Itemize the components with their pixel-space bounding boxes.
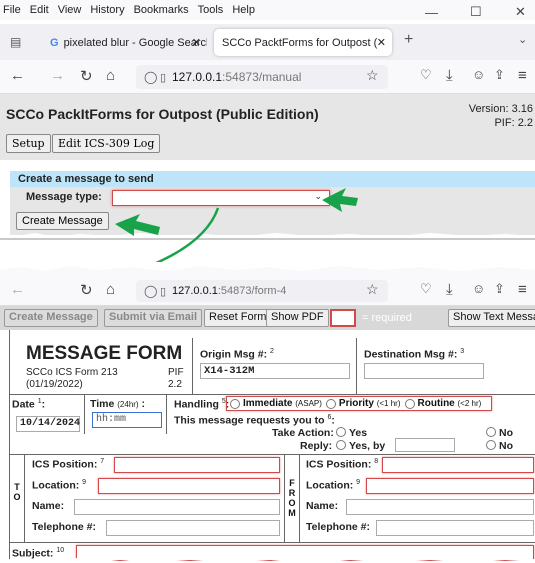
menu-hamburger-icon[interactable]: ≡ — [518, 281, 527, 298]
show-pdf-button[interactable]: Show PDF — [266, 309, 329, 327]
back-icon[interactable]: ← — [10, 281, 25, 298]
reset-form-button[interactable]: Reset Form — [204, 309, 272, 327]
to-ics-position-field[interactable] — [114, 457, 280, 473]
radio-immediate[interactable] — [230, 398, 240, 409]
divider — [356, 338, 357, 394]
form-subtitle: SCCo ICS Form 213 (01/19/2022) — [26, 367, 118, 391]
torn-edge — [0, 557, 535, 563]
divider — [192, 338, 193, 394]
time-label: Time (24hr) : — [90, 398, 146, 410]
routine-note: (<2 hr) — [457, 399, 482, 408]
form-date: (01/19/2022) — [26, 379, 83, 390]
required-indicator — [330, 309, 356, 327]
shield-icon: ◯ — [144, 284, 158, 298]
divider — [24, 454, 25, 542]
from-telephone-field[interactable] — [376, 520, 534, 536]
extensions-icon[interactable]: ⇪ — [494, 281, 505, 297]
to-telephone-label: Telephone #: — [32, 521, 96, 533]
origin-msg-label: Origin Msg #: 2 — [200, 348, 274, 361]
screenshot-form-page: ← ↻ ⌂ ◯ ▯ 127.0.0.1:54873/form-4 ☆ ♡ ⤓ ☺… — [0, 262, 535, 563]
navigation-bar: ← ↻ ⌂ ◯ ▯ 127.0.0.1:54873/form-4 ☆ ♡ ⤓ ☺… — [0, 276, 535, 306]
url-bar[interactable]: ◯ ▯ 127.0.0.1:54873/form-4 — [136, 280, 388, 302]
to-telephone-field[interactable] — [106, 520, 280, 536]
form-toolbar: Create Message Submit via Email Reset Fo… — [0, 306, 535, 330]
from-ics-position-field[interactable] — [382, 457, 534, 473]
form-title: MESSAGE FORM — [26, 343, 183, 364]
form-number: SCCo ICS Form 213 — [26, 367, 118, 378]
divider — [284, 454, 285, 542]
url-path: :54873/form-4 — [217, 285, 287, 297]
destination-msg-label: Destination Msg #: 3 — [364, 348, 465, 361]
time-field[interactable]: hh:mm — [92, 412, 162, 428]
origin-msg-field[interactable]: X14-312M — [200, 363, 350, 379]
handling-options: Immediate (ASAP) Priority (<1 hr) Routin… — [226, 396, 492, 411]
radio-reply-yes-by[interactable] — [336, 440, 346, 450]
pif-label: PIF — [168, 367, 184, 378]
pif-info: PIF 2.2 — [168, 367, 184, 391]
from-location-label: Location: 9 — [306, 479, 361, 492]
from-name-field[interactable] — [346, 499, 534, 515]
reply-no: No — [486, 440, 513, 452]
message-form: MESSAGE FORM SCCo ICS Form 213 (01/19/20… — [9, 330, 535, 563]
reload-icon[interactable]: ↻ — [80, 281, 93, 299]
url-host: 127.0.0.1 — [172, 285, 218, 297]
divider — [166, 394, 167, 434]
to-location-field[interactable] — [98, 478, 280, 494]
immediate-note: (ASAP) — [295, 399, 322, 408]
arrow-to-message-type-icon — [322, 188, 358, 212]
required-legend: = required — [362, 312, 412, 324]
take-action-no: No — [486, 427, 513, 439]
date-field[interactable]: 10/14/2024 — [16, 416, 80, 432]
home-icon[interactable]: ⌂ — [106, 281, 115, 298]
from-telephone-label: Telephone #: — [306, 521, 370, 533]
submit-via-email-button[interactable]: Submit via Email — [104, 309, 203, 327]
bookmark-star-icon[interactable]: ☆ — [366, 281, 379, 298]
page-icon: ▯ — [160, 285, 167, 298]
take-action-label: Take Action: — [272, 427, 334, 439]
from-label: FROM — [288, 478, 296, 518]
pocket-icon[interactable]: ♡ — [420, 281, 432, 297]
requests-label: This message requests you to 6: — [174, 414, 335, 427]
create-message-button[interactable]: Create Message — [4, 309, 98, 327]
origin-msg-value: X14-312M — [204, 365, 255, 377]
to-name-label: Name: — [32, 500, 65, 512]
from-location-field[interactable] — [366, 478, 534, 494]
radio-take-action-yes[interactable] — [336, 427, 346, 437]
divider — [10, 454, 535, 455]
divider — [10, 542, 535, 543]
handling-label: Handling 5: — [174, 398, 230, 411]
divider — [10, 394, 535, 395]
to-label: TO — [13, 482, 21, 502]
to-ics-position-label: ICS Position: 7 — [32, 458, 105, 471]
priority-note: (<1 hr) — [376, 399, 401, 408]
download-icon[interactable]: ⤓ — [446, 281, 453, 298]
to-name-field[interactable] — [74, 499, 280, 515]
show-text-message-button[interactable]: Show Text Message — [448, 309, 535, 327]
reply-label: Reply: — [300, 440, 333, 452]
date-label: Date 1: — [12, 398, 46, 411]
priority-label: Priority — [338, 398, 374, 409]
destination-msg-field[interactable] — [364, 363, 484, 379]
divider — [299, 454, 300, 542]
radio-routine[interactable] — [404, 398, 415, 409]
radio-take-action-no[interactable] — [486, 427, 496, 437]
immediate-label: Immediate — [243, 398, 293, 409]
time-placeholder: hh:mm — [96, 414, 127, 425]
date-value: 10/14/2024 — [20, 418, 81, 429]
account-icon[interactable]: ☺ — [472, 281, 485, 296]
divider — [84, 394, 85, 434]
radio-reply-no[interactable] — [486, 440, 496, 450]
from-ics-position-label: ICS Position: 8 — [306, 458, 379, 471]
reply-by-field[interactable] — [395, 438, 455, 452]
to-location-label: Location: 9 — [32, 479, 87, 492]
arrow-to-create-message-icon — [115, 214, 160, 236]
radio-priority[interactable] — [325, 398, 336, 409]
reply-yes-by: Yes, by — [336, 440, 385, 452]
pif-value: 2.2 — [168, 379, 182, 390]
from-name-label: Name: — [306, 500, 339, 512]
routine-label: Routine — [417, 398, 455, 409]
take-action-yes: Yes — [336, 427, 367, 439]
